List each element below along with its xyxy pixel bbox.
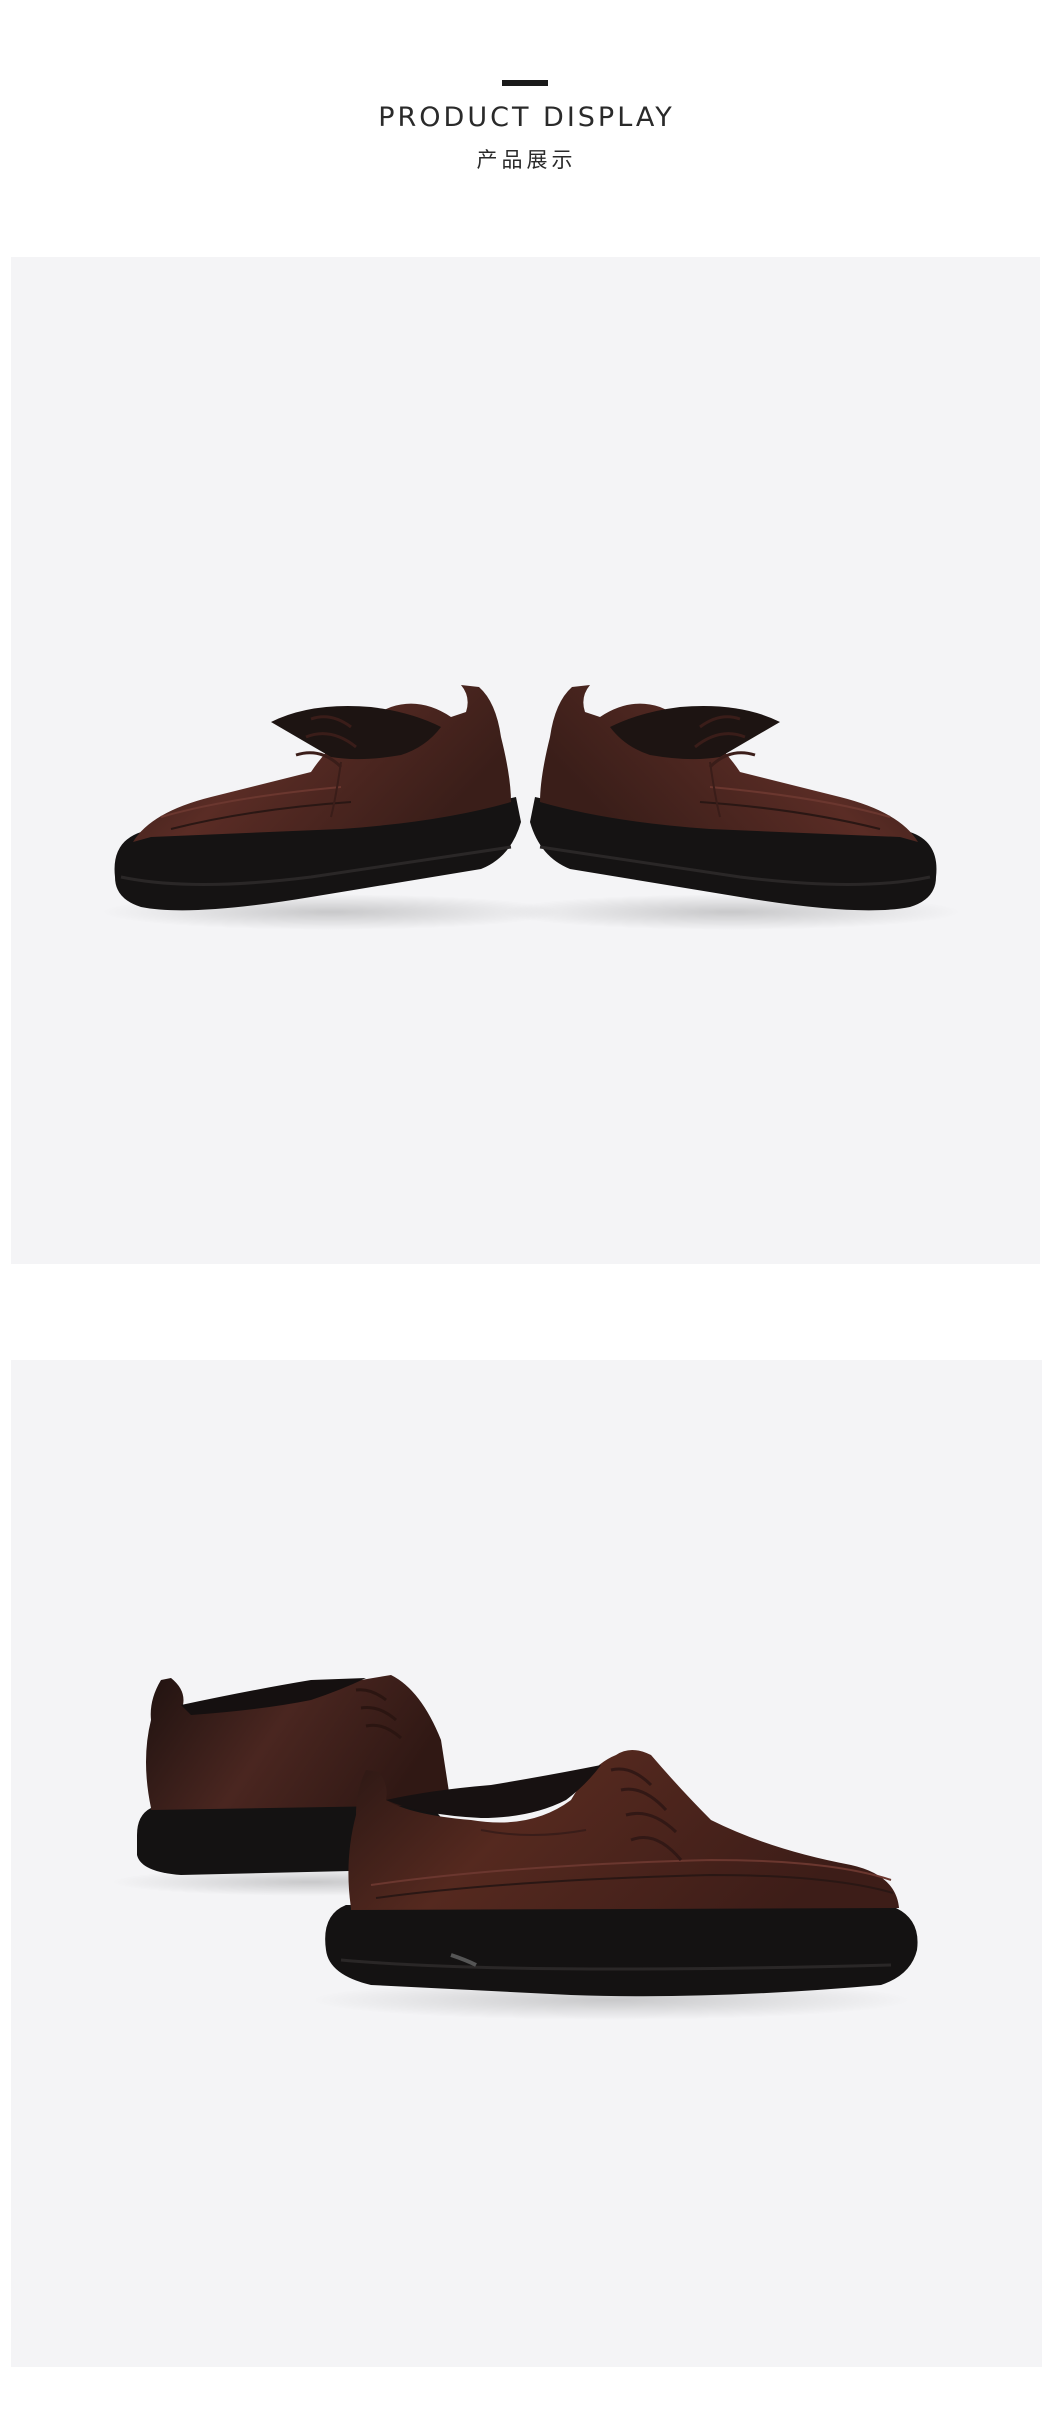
right-shoe bbox=[501, 685, 961, 930]
left-shoe bbox=[101, 685, 561, 930]
product-photo-side-pair bbox=[11, 1360, 1042, 2367]
header-accent-bar bbox=[502, 80, 548, 86]
section-title-en: PRODUCT DISPLAY bbox=[378, 102, 675, 133]
section-title-zh: 产品展示 bbox=[476, 148, 577, 172]
product-photo-front-pair bbox=[11, 257, 1040, 1264]
